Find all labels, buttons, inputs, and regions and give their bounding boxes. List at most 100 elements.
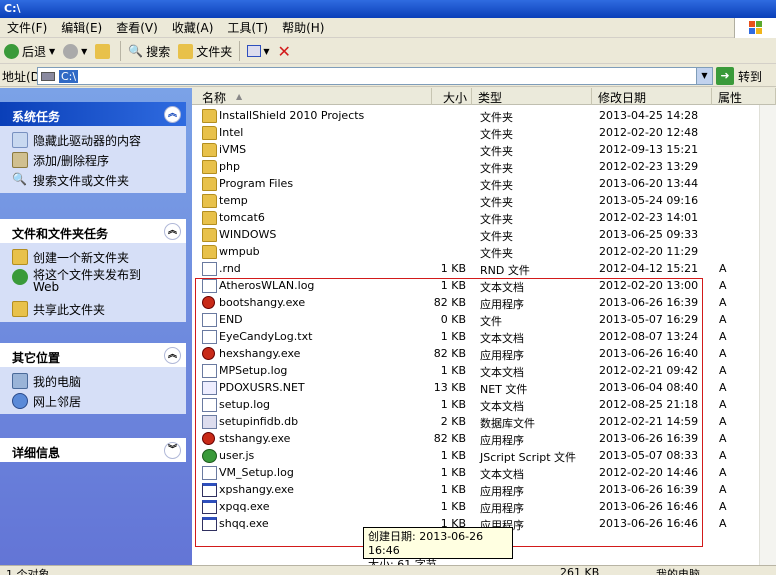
file-row[interactable]: WINDOWS 文件夹 2013-06-25 09:33: [192, 226, 776, 243]
file-row[interactable]: setup.log 1 KB 文本文档 2012-08-25 21:18 A: [192, 396, 776, 413]
go-button[interactable]: ➜ 转到: [716, 66, 762, 86]
task-add-remove-programs[interactable]: 添加/删除程序: [12, 149, 186, 169]
file-name: .rnd: [219, 262, 241, 275]
file-modified: 2013-06-26 16:39: [599, 432, 699, 445]
folder-icon: [202, 211, 217, 225]
file-name: END: [219, 313, 243, 326]
column-header-row: 名称 ▲ 大小 类型 修改日期 属性: [192, 88, 776, 105]
collapse-chevron-icon[interactable]: ︽: [164, 106, 181, 123]
file-row[interactable]: xpqq.exe 1 KB 应用程序 2013-06-26 16:46 A: [192, 498, 776, 515]
folders-button[interactable]: 文件夹: [174, 40, 236, 62]
file-type: 应用程序: [480, 298, 524, 311]
file-name: php: [219, 160, 240, 173]
task-new-folder[interactable]: 创建一个新文件夹: [12, 246, 186, 266]
file-row[interactable]: hexshangy.exe 82 KB 应用程序 2013-06-26 16:40 A: [192, 345, 776, 362]
app-icon: [202, 500, 217, 514]
file-row[interactable]: MPSetup.log 1 KB 文本文档 2012-02-21 09:42 A: [192, 362, 776, 379]
search-icon: 🔍: [128, 44, 144, 58]
file-tasks-header[interactable]: 文件和文件夹任务 ︽: [0, 219, 186, 243]
system-tasks-header[interactable]: 系统任务 ︽: [0, 102, 186, 126]
file-row[interactable]: Program Files 文件夹 2013-06-20 13:44: [192, 175, 776, 192]
file-attributes: A: [719, 449, 727, 462]
address-input[interactable]: C:\ ▼: [37, 67, 713, 85]
windows-flag-icon: [749, 21, 762, 34]
vertical-scrollbar[interactable]: [759, 105, 776, 565]
file-row[interactable]: PDOXUSRS.NET 13 KB NET 文件 2013-06-04 08:40 A: [192, 379, 776, 396]
address-dropdown-button[interactable]: ▼: [696, 68, 712, 84]
file-row[interactable]: AtherosWLAN.log 1 KB 文本文档 2012-02-20 13:00 A: [192, 277, 776, 294]
views-button[interactable]: ▼: [243, 40, 273, 62]
place-network[interactable]: 网上邻居: [12, 390, 186, 410]
details-header[interactable]: 详细信息 ︾: [0, 438, 186, 462]
file-row[interactable]: bootshangy.exe 82 KB 应用程序 2013-06-26 16:39 A: [192, 294, 776, 311]
file-row[interactable]: VM_Setup.log 1 KB 文本文档 2012-02-20 14:46 A: [192, 464, 776, 481]
folder-icon: [202, 109, 217, 123]
column-name[interactable]: 名称 ▲: [192, 88, 432, 105]
file-modified: 2013-06-26 16:40: [599, 347, 699, 360]
file-row[interactable]: setupinfidb.db 2 KB 数据库文件 2012-02-21 14:59 A: [192, 413, 776, 430]
file-row[interactable]: EyeCandyLog.txt 1 KB 文本文档 2012-08-07 13:24 A: [192, 328, 776, 345]
file-row[interactable]: temp 文件夹 2013-05-24 09:16: [192, 192, 776, 209]
column-size[interactable]: 大小: [432, 88, 472, 105]
menu-edit[interactable]: 编辑(E): [54, 19, 109, 36]
up-folder-button[interactable]: [91, 40, 117, 62]
windows-logo: [734, 18, 776, 38]
collapse-chevron-icon[interactable]: ︽: [164, 223, 181, 240]
folder-icon: [202, 126, 217, 140]
delete-button[interactable]: ✕: [273, 40, 294, 62]
file-row[interactable]: END 0 KB 文件 2013-05-07 16:29 A: [192, 311, 776, 328]
back-button[interactable]: 后退 ▼: [0, 40, 59, 62]
place-my-computer[interactable]: 我的电脑: [12, 370, 186, 390]
task-pane: 系统任务 ︽ 隐藏此驱动器的内容 添加/删除程序 🔍 搜索文件或文件夹 文件和文件夹…: [0, 88, 192, 565]
task-search-files[interactable]: 🔍 搜索文件或文件夹: [12, 169, 186, 189]
menu-file[interactable]: 文件(F): [0, 19, 54, 36]
task-share-folder[interactable]: 共享此文件夹: [12, 298, 186, 318]
file-row[interactable]: InstallShield 2010 Projects 文件夹 2013-04-25…: [192, 107, 776, 124]
file-row[interactable]: user.js 1 KB JScript Script 文件 2013-05-07 0…: [192, 447, 776, 464]
status-bar: 1 个对象 261 KB 我的电脑: [0, 565, 776, 575]
file-row[interactable]: xpshangy.exe 1 KB 应用程序 2013-06-26 16:39 A: [192, 481, 776, 498]
other-places-header[interactable]: 其它位置 ︽: [0, 343, 186, 367]
folder-icon: [202, 160, 217, 174]
column-modified[interactable]: 修改日期: [592, 88, 712, 105]
menu-tools[interactable]: 工具(T): [220, 19, 275, 36]
file-name: PDOXUSRS.NET: [219, 381, 305, 394]
file-type: 应用程序: [480, 349, 524, 362]
file-modified: 2012-02-23 13:29: [599, 160, 699, 173]
file-row[interactable]: tomcat6 文件夹 2012-02-23 14:01: [192, 209, 776, 226]
network-icon: [12, 393, 28, 409]
add-remove-programs-icon: [12, 152, 28, 168]
task-hide-drive-contents[interactable]: 隐藏此驱动器的内容: [12, 129, 186, 149]
file-name: VM_Setup.log: [219, 466, 294, 479]
menu-view[interactable]: 查看(V): [109, 19, 165, 36]
file-attributes: A: [719, 483, 727, 496]
other-places-panel: 其它位置 ︽ 我的电脑 网上邻居: [0, 343, 186, 414]
forward-button[interactable]: ▼: [59, 40, 91, 62]
file-row[interactable]: stshangy.exe 82 KB 应用程序 2013-06-26 16:39 A: [192, 430, 776, 447]
file-modified: 2013-06-25 09:33: [599, 228, 699, 241]
file-row[interactable]: wmpub 文件夹 2012-02-20 11:29: [192, 243, 776, 260]
expand-chevron-icon[interactable]: ︾: [164, 442, 181, 459]
folder-icon: [202, 245, 217, 259]
file-attributes: A: [719, 262, 727, 275]
folder-icon: [178, 43, 194, 59]
file-name: iVMS: [219, 143, 247, 156]
status-size: 261 KB: [560, 566, 600, 575]
file-modified: 2012-08-25 21:18: [599, 398, 699, 411]
collapse-chevron-icon[interactable]: ︽: [164, 347, 181, 364]
file-tasks-panel: 文件和文件夹任务 ︽ 创建一个新文件夹 将这个文件夹发布到 Web 共享此文件夹: [0, 219, 186, 322]
task-publish-to-web[interactable]: 将这个文件夹发布到 Web: [12, 266, 186, 298]
file-row[interactable]: .rnd 1 KB RND 文件 2012-04-12 15:21 A: [192, 260, 776, 277]
file-row[interactable]: php 文件夹 2012-02-23 13:29: [192, 158, 776, 175]
menu-help[interactable]: 帮助(H): [275, 19, 331, 36]
file-row[interactable]: Intel 文件夹 2012-02-20 12:48: [192, 124, 776, 141]
menu-favorites[interactable]: 收藏(A): [165, 19, 221, 36]
file-modified: 2013-05-07 08:33: [599, 449, 699, 462]
column-attributes[interactable]: 属性: [712, 88, 776, 105]
doc-icon: [202, 330, 217, 344]
file-type: RND 文件: [480, 264, 530, 277]
file-modified: 2013-06-04 08:40: [599, 381, 699, 394]
file-row[interactable]: iVMS 文件夹 2012-09-13 15:21: [192, 141, 776, 158]
column-type[interactable]: 类型: [472, 88, 592, 105]
search-button[interactable]: 🔍 搜索: [124, 40, 174, 62]
